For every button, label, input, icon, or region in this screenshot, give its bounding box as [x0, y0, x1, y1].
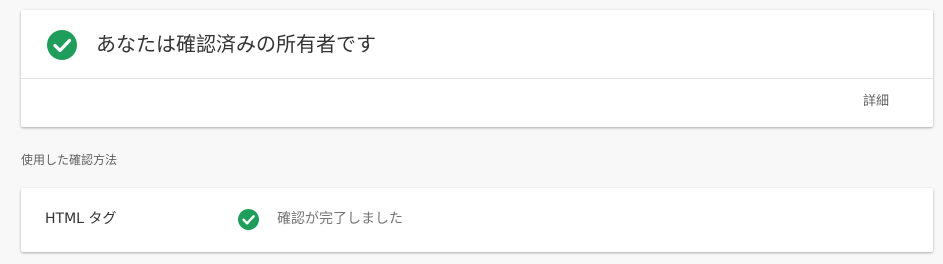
details-link[interactable]: 詳細: [863, 92, 889, 112]
verification-method-card: HTML タグ 確認が完了しました: [21, 188, 933, 252]
verified-owner-card: あなたは確認済みの所有者です 詳細: [21, 10, 933, 127]
verification-method-name: HTML タグ: [45, 211, 117, 227]
owner-card-header: あなたは確認済みの所有者です: [21, 10, 933, 79]
owner-status-title: あなたは確認済みの所有者です: [96, 32, 376, 56]
verification-method-status: 確認が完了しました: [277, 211, 403, 227]
check-circle-icon: [238, 209, 259, 230]
check-circle-icon: [47, 30, 77, 60]
verification-method-section-label: 使用した確認方法: [21, 153, 118, 167]
